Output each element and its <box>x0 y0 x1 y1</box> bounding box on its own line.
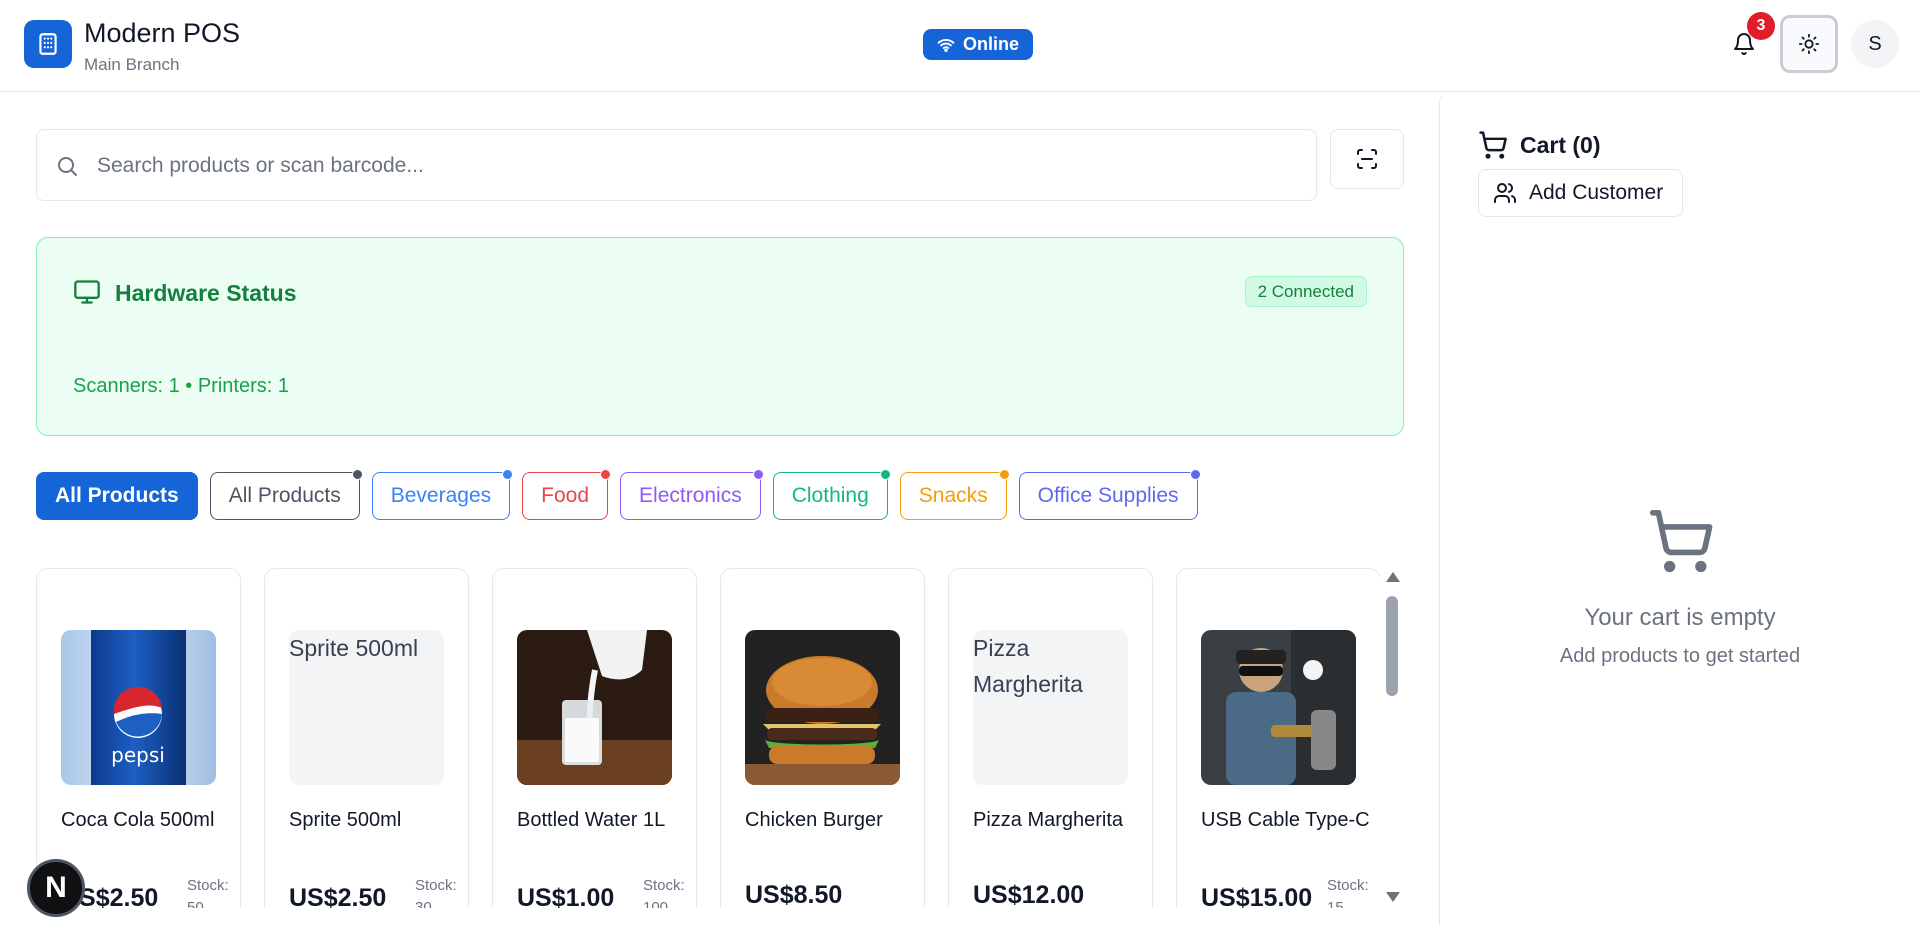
product-image: Sprite 500ml <box>289 630 444 785</box>
category-tab[interactable]: Electronics <box>620 469 764 520</box>
category-tab[interactable]: Snacks <box>899 469 1010 520</box>
product-card[interactable]: Pizza Margherita Pizza Margherita US$12.00 <box>948 568 1153 908</box>
category-tab-label: Snacks <box>918 484 988 507</box>
notification-count-badge: 3 <box>1747 12 1775 40</box>
search-icon <box>58 157 77 176</box>
product-search-box <box>36 129 1317 201</box>
category-tab-label: All Products <box>55 484 179 507</box>
svg-text:pepsi: pepsi <box>111 743 165 767</box>
scan-barcode-button[interactable] <box>1330 129 1404 189</box>
scroll-down-arrow-icon[interactable] <box>1386 892 1400 902</box>
app-header: Modern POS Main Branch Online 3 S <box>0 0 1919 92</box>
category-tab-label: Electronics <box>639 484 742 507</box>
category-tab-label: Office Supplies <box>1037 484 1179 507</box>
category-color-dot <box>600 469 612 480</box>
broken-image-alt-text: Sprite 500ml <box>289 635 419 661</box>
add-customer-button[interactable]: Add Customer <box>1478 169 1683 217</box>
broken-image-alt-text: Pizza Margherita <box>973 635 1083 697</box>
product-grid-scrollbar[interactable] <box>1384 572 1400 908</box>
category-tabs: All Products All Products Beverages Food Ele… <box>36 469 1201 520</box>
product-name: USB Cable Type-C <box>1201 809 1370 831</box>
connection-status-badge: Online <box>923 29 1033 60</box>
product-price: US$15.00 <box>1201 884 1313 908</box>
product-price: US$12.00 <box>973 881 1085 908</box>
product-name: Sprite 500ml <box>289 809 402 831</box>
product-price: US$1.00 <box>517 884 615 908</box>
product-card[interactable]: pepsi Coca Cola 500ml US$2.50 Stock: 50 <box>36 568 241 908</box>
scroll-thumb[interactable] <box>1386 596 1398 696</box>
scan-icon <box>1357 149 1377 169</box>
category-tab[interactable]: All Products <box>209 469 363 520</box>
product-stock: Stock: 100 <box>643 877 685 908</box>
empty-cart-icon <box>1649 509 1713 573</box>
scroll-up-arrow-icon[interactable] <box>1386 572 1400 582</box>
app-title: Modern POS <box>84 18 241 48</box>
product-image <box>745 630 900 785</box>
search-input[interactable] <box>97 148 1297 184</box>
category-tab[interactable]: Office Supplies <box>1018 469 1201 520</box>
product-image <box>517 630 672 785</box>
product-card[interactable]: Bottled Water 1L US$1.00 Stock: 100 <box>492 568 697 908</box>
connected-count-badge: 2 Connected <box>1244 276 1367 307</box>
users-icon <box>1494 183 1516 203</box>
branch-name: Main Branch <box>84 55 180 74</box>
sun-icon <box>1798 33 1820 55</box>
empty-cart-subtitle: Add products to get started <box>1559 645 1801 667</box>
category-tab[interactable]: All Products <box>36 472 198 520</box>
product-image: pepsi <box>61 630 216 785</box>
category-color-dot <box>351 469 363 480</box>
add-customer-label: Add Customer <box>1529 181 1664 204</box>
category-tab-label: Clothing <box>791 484 869 507</box>
category-tab-label: All Products <box>228 484 341 507</box>
category-tab-label: Food <box>541 484 590 507</box>
hardware-status-panel: Hardware Status 2 Connected Scanners: 1 … <box>36 237 1404 436</box>
product-card[interactable]: Sprite 500ml Sprite 500ml US$2.50 Stock: 30 <box>264 568 469 908</box>
empty-cart-title: Your cart is empty <box>1584 604 1776 631</box>
product-card[interactable]: USB Cable Type-C US$15.00 Stock: 15 <box>1176 568 1380 908</box>
product-name: Pizza Margherita <box>973 809 1124 831</box>
store-logo-icon <box>24 20 72 68</box>
category-color-dot <box>1189 469 1201 480</box>
cart-title: Cart (0) <box>1520 132 1601 158</box>
product-name: Bottled Water 1L <box>517 809 666 831</box>
product-stock: Stock: 15 <box>1327 877 1369 908</box>
product-image: Pizza Margherita <box>973 630 1128 785</box>
hardware-status-title: Hardware Status <box>115 280 297 306</box>
category-tab[interactable]: Clothing <box>772 469 891 520</box>
category-tab[interactable]: Food <box>522 469 612 520</box>
hardware-summary: Scanners: 1 • Printers: 1 <box>73 375 289 397</box>
product-stock: Stock: 30 <box>415 877 457 908</box>
category-color-dot <box>879 469 891 480</box>
wifi-icon <box>937 38 955 52</box>
product-grid: pepsi Coca Cola 500ml US$2.50 Stock: 50 Spri… <box>36 568 1380 908</box>
category-color-dot <box>752 469 764 480</box>
user-avatar[interactable]: S <box>1851 20 1899 68</box>
product-price: US$2.50 <box>289 884 387 908</box>
product-name: Coca Cola 500ml <box>61 809 215 831</box>
category-color-dot <box>998 469 1010 480</box>
connection-status-label: Online <box>962 34 1019 54</box>
product-price: US$8.50 <box>745 881 843 908</box>
theme-toggle-button[interactable] <box>1780 15 1838 73</box>
category-tab[interactable]: Beverages <box>371 469 514 520</box>
product-stock: Stock: 50 <box>187 877 229 908</box>
dev-tools-badge[interactable]: N <box>27 859 85 917</box>
monitor-icon <box>74 280 100 304</box>
cart-icon <box>1479 131 1507 159</box>
product-card[interactable]: Chicken Burger US$8.50 <box>720 568 925 908</box>
product-name: Chicken Burger <box>745 809 883 831</box>
cart-panel: Cart (0) Add Customer Your cart is empty… <box>1439 92 1919 925</box>
category-tab-label: Beverages <box>390 484 492 507</box>
product-image <box>1201 630 1356 785</box>
category-color-dot <box>502 469 514 480</box>
